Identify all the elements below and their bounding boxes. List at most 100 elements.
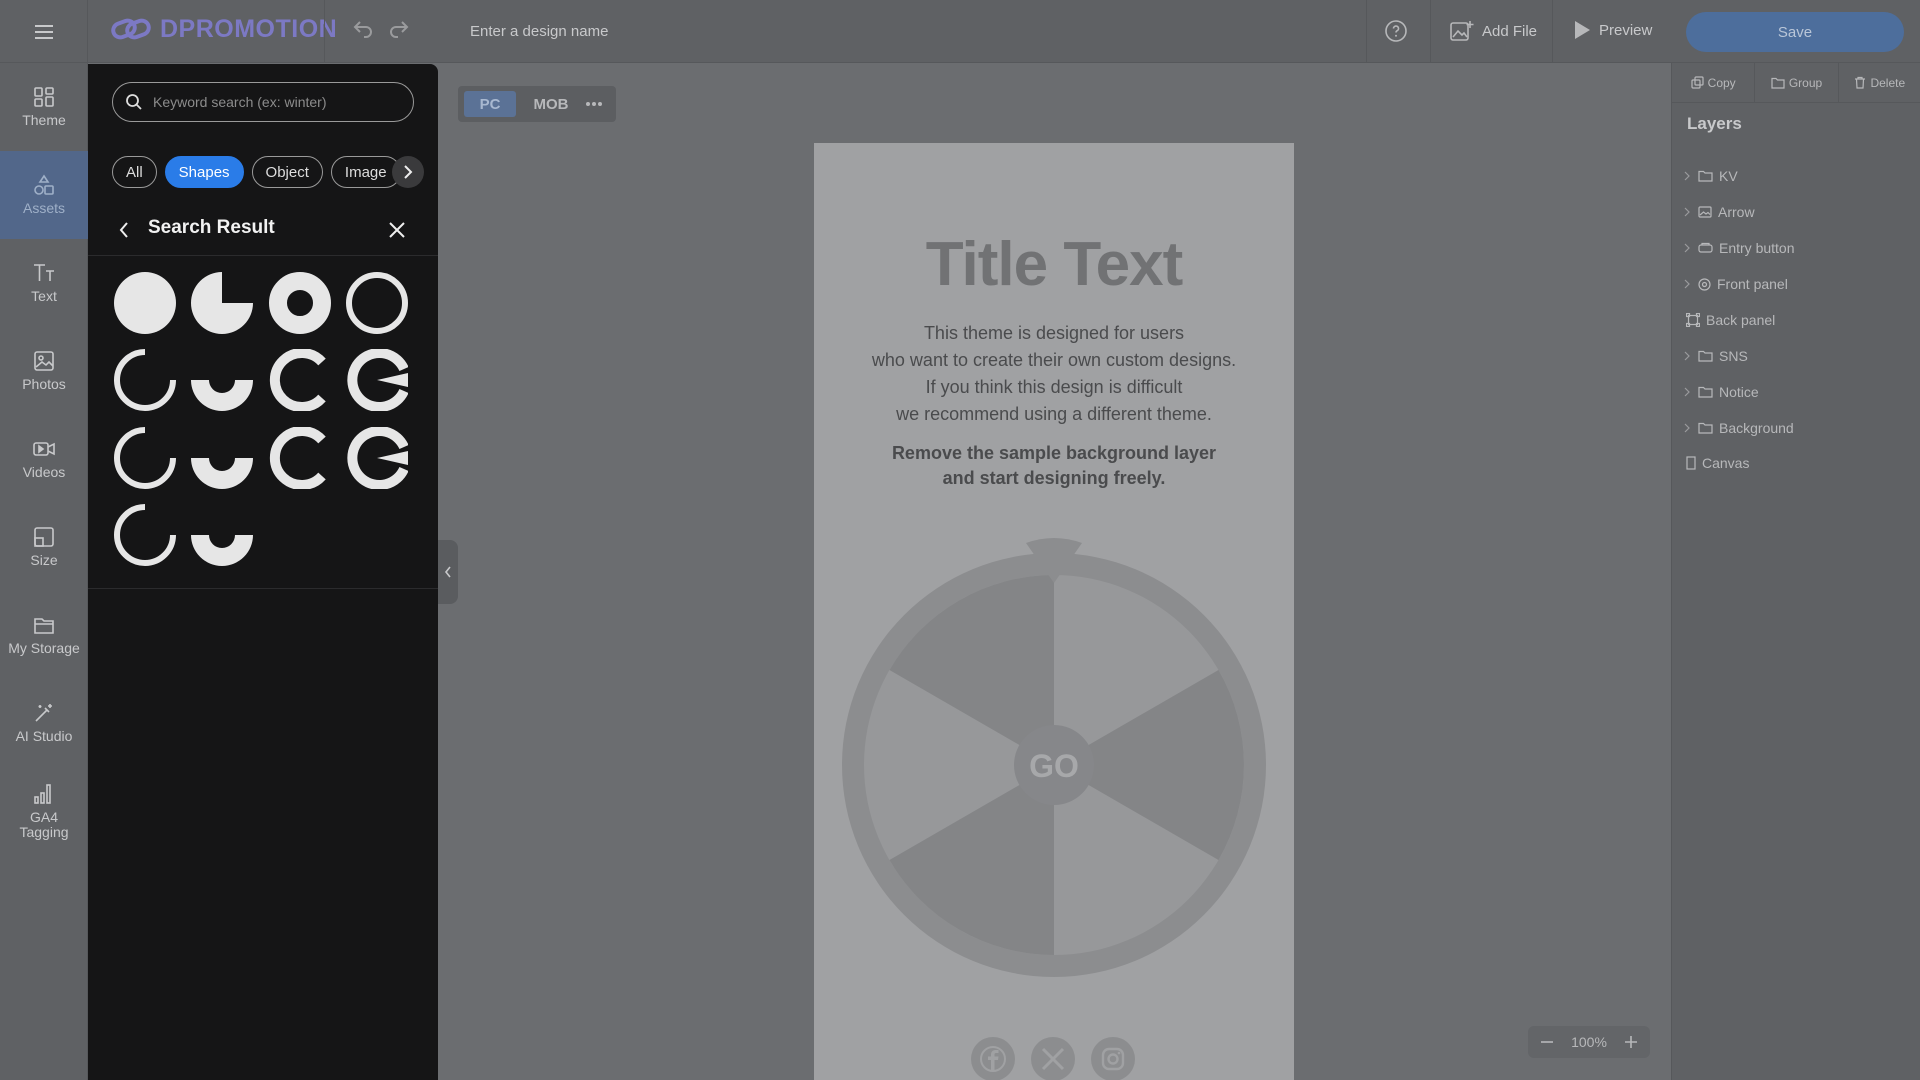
arc-open-right-shape[interactable] bbox=[114, 504, 176, 566]
nav-item-photos[interactable]: Photos bbox=[0, 327, 88, 415]
collapse-panel-button[interactable] bbox=[438, 540, 458, 604]
chevron-right-icon[interactable] bbox=[1682, 351, 1692, 361]
nav-label: Videos bbox=[22, 464, 66, 480]
chevron-right-icon[interactable] bbox=[1682, 279, 1692, 289]
nav-item-ga4-tagging[interactable]: GA4 Tagging bbox=[0, 767, 88, 855]
nav-label: Assets bbox=[22, 200, 65, 216]
undo-button[interactable] bbox=[350, 19, 374, 48]
folder-icon bbox=[1771, 77, 1785, 89]
filter-chips: All Shapes Object Image bbox=[112, 156, 401, 188]
chip-all[interactable]: All bbox=[112, 156, 157, 188]
semicircle-ring-bottom-shape[interactable] bbox=[191, 349, 253, 411]
layer-arrow[interactable]: Arrow bbox=[1682, 198, 1755, 226]
nav-item-text[interactable]: Text bbox=[0, 239, 88, 327]
nav-item-ai-studio[interactable]: AI Studio bbox=[0, 679, 88, 767]
canvas-bold-text[interactable]: Remove the sample background layer and s… bbox=[814, 441, 1294, 491]
instagram-icon[interactable] bbox=[1091, 1037, 1135, 1080]
chevron-right-icon[interactable] bbox=[1682, 387, 1692, 397]
layer-back-panel[interactable]: Back panel bbox=[1686, 306, 1775, 334]
chip-object[interactable]: Object bbox=[251, 156, 323, 188]
c-ring-thick-shape[interactable] bbox=[269, 427, 331, 489]
delete-button[interactable]: Delete bbox=[1839, 63, 1920, 102]
photos-icon bbox=[34, 351, 54, 371]
chevron-right-icon[interactable] bbox=[1682, 207, 1692, 217]
layer-label: Front panel bbox=[1717, 276, 1788, 292]
redo-button[interactable] bbox=[388, 19, 412, 48]
layer-canvas[interactable]: Canvas bbox=[1686, 449, 1749, 477]
logo[interactable]: DPROMOTION bbox=[110, 14, 337, 44]
mob-toggle[interactable]: MOB bbox=[526, 91, 576, 117]
zoom-out-icon[interactable] bbox=[1540, 1035, 1554, 1049]
help-button[interactable] bbox=[1384, 19, 1408, 48]
layer-sns[interactable]: SNS bbox=[1682, 342, 1748, 370]
thick-ring-shape[interactable] bbox=[269, 272, 331, 334]
thin-ring-shape[interactable] bbox=[346, 272, 408, 334]
c-ring-wide-shape[interactable] bbox=[346, 349, 408, 411]
close-button[interactable] bbox=[388, 221, 406, 244]
layer-label: KV bbox=[1719, 168, 1738, 184]
arc-open-right-shape[interactable] bbox=[114, 349, 176, 411]
chevron-right-icon[interactable] bbox=[1682, 243, 1692, 253]
chevron-left-icon bbox=[444, 566, 451, 578]
layer-label: Canvas bbox=[1702, 455, 1750, 471]
help-icon bbox=[1385, 20, 1407, 42]
canvas-body-text[interactable]: This theme is designed for users who wan… bbox=[814, 320, 1294, 428]
nav-item-videos[interactable]: Videos bbox=[0, 415, 88, 503]
button-icon bbox=[1698, 242, 1713, 253]
more-button[interactable] bbox=[584, 94, 604, 119]
layer-label: Notice bbox=[1719, 384, 1759, 400]
c-ring-thick-shape[interactable] bbox=[269, 349, 331, 411]
logo-text: DPROMOTION bbox=[160, 14, 338, 43]
zoom-in-icon[interactable] bbox=[1624, 1035, 1638, 1049]
layer-notice[interactable]: Notice bbox=[1682, 378, 1759, 406]
chip-image[interactable]: Image bbox=[330, 156, 401, 188]
layer-label: SNS bbox=[1719, 348, 1748, 364]
folder-icon bbox=[1698, 170, 1713, 182]
nav-label: Photos bbox=[22, 376, 66, 392]
layer-entry-button[interactable]: Entry button bbox=[1682, 234, 1795, 262]
preview-button[interactable]: Preview bbox=[1573, 20, 1652, 40]
back-button[interactable] bbox=[118, 222, 130, 243]
layer-front-panel[interactable]: Front panel bbox=[1682, 270, 1788, 298]
bar-chart-icon bbox=[34, 783, 51, 804]
roulette-wheel[interactable]: GO bbox=[839, 533, 1269, 983]
layer-background[interactable]: Background bbox=[1682, 414, 1794, 442]
nav-label: AI Studio bbox=[15, 728, 73, 744]
pie-three-quarter-shape[interactable] bbox=[191, 272, 253, 334]
semicircle-ring-bottom-shape[interactable] bbox=[191, 504, 253, 566]
facebook-icon[interactable] bbox=[971, 1037, 1015, 1080]
theme-icon bbox=[34, 87, 54, 107]
semicircle-ring-bottom-shape[interactable] bbox=[191, 427, 253, 489]
nav-item-my-storage[interactable]: My Storage bbox=[0, 591, 88, 679]
menu-button[interactable] bbox=[0, 0, 88, 63]
chip-shapes[interactable]: Shapes bbox=[164, 156, 244, 188]
nav-item-size[interactable]: Size bbox=[0, 503, 88, 591]
x-icon[interactable] bbox=[1031, 1037, 1075, 1080]
filled-circle-shape[interactable] bbox=[114, 272, 176, 334]
chevron-right-icon[interactable] bbox=[1682, 423, 1692, 433]
zoom-control: 100% bbox=[1528, 1026, 1650, 1058]
canvas-title[interactable]: Title Text bbox=[814, 229, 1294, 300]
nav-label: GA4 Tagging bbox=[19, 808, 69, 840]
nav-label: Text bbox=[31, 288, 57, 304]
arc-open-right-shape[interactable] bbox=[114, 427, 176, 489]
c-ring-wide-shape[interactable] bbox=[346, 427, 408, 489]
bold-line: and start designing freely. bbox=[942, 468, 1166, 488]
design-canvas[interactable]: Title Text This theme is designed for us… bbox=[814, 143, 1294, 1080]
add-file-button[interactable]: Add File bbox=[1450, 20, 1537, 42]
layer-label: Entry button bbox=[1719, 240, 1795, 256]
design-name-input[interactable] bbox=[458, 16, 1058, 46]
group-button[interactable]: Group bbox=[1755, 63, 1839, 102]
layer-kv[interactable]: KV bbox=[1682, 162, 1738, 190]
copy-label: Copy bbox=[1707, 75, 1736, 90]
pc-toggle[interactable]: PC bbox=[464, 91, 516, 117]
nav-item-assets[interactable]: Assets bbox=[0, 151, 88, 239]
nav-item-theme[interactable]: Theme bbox=[0, 63, 88, 151]
save-button[interactable]: Save bbox=[1686, 12, 1904, 52]
chevron-right-icon[interactable] bbox=[1682, 171, 1692, 181]
copy-button[interactable]: Copy bbox=[1672, 63, 1756, 102]
chips-next-button[interactable] bbox=[392, 156, 424, 188]
hamburger-icon bbox=[34, 24, 53, 39]
image-icon bbox=[1698, 206, 1712, 218]
search-input[interactable] bbox=[153, 83, 403, 121]
